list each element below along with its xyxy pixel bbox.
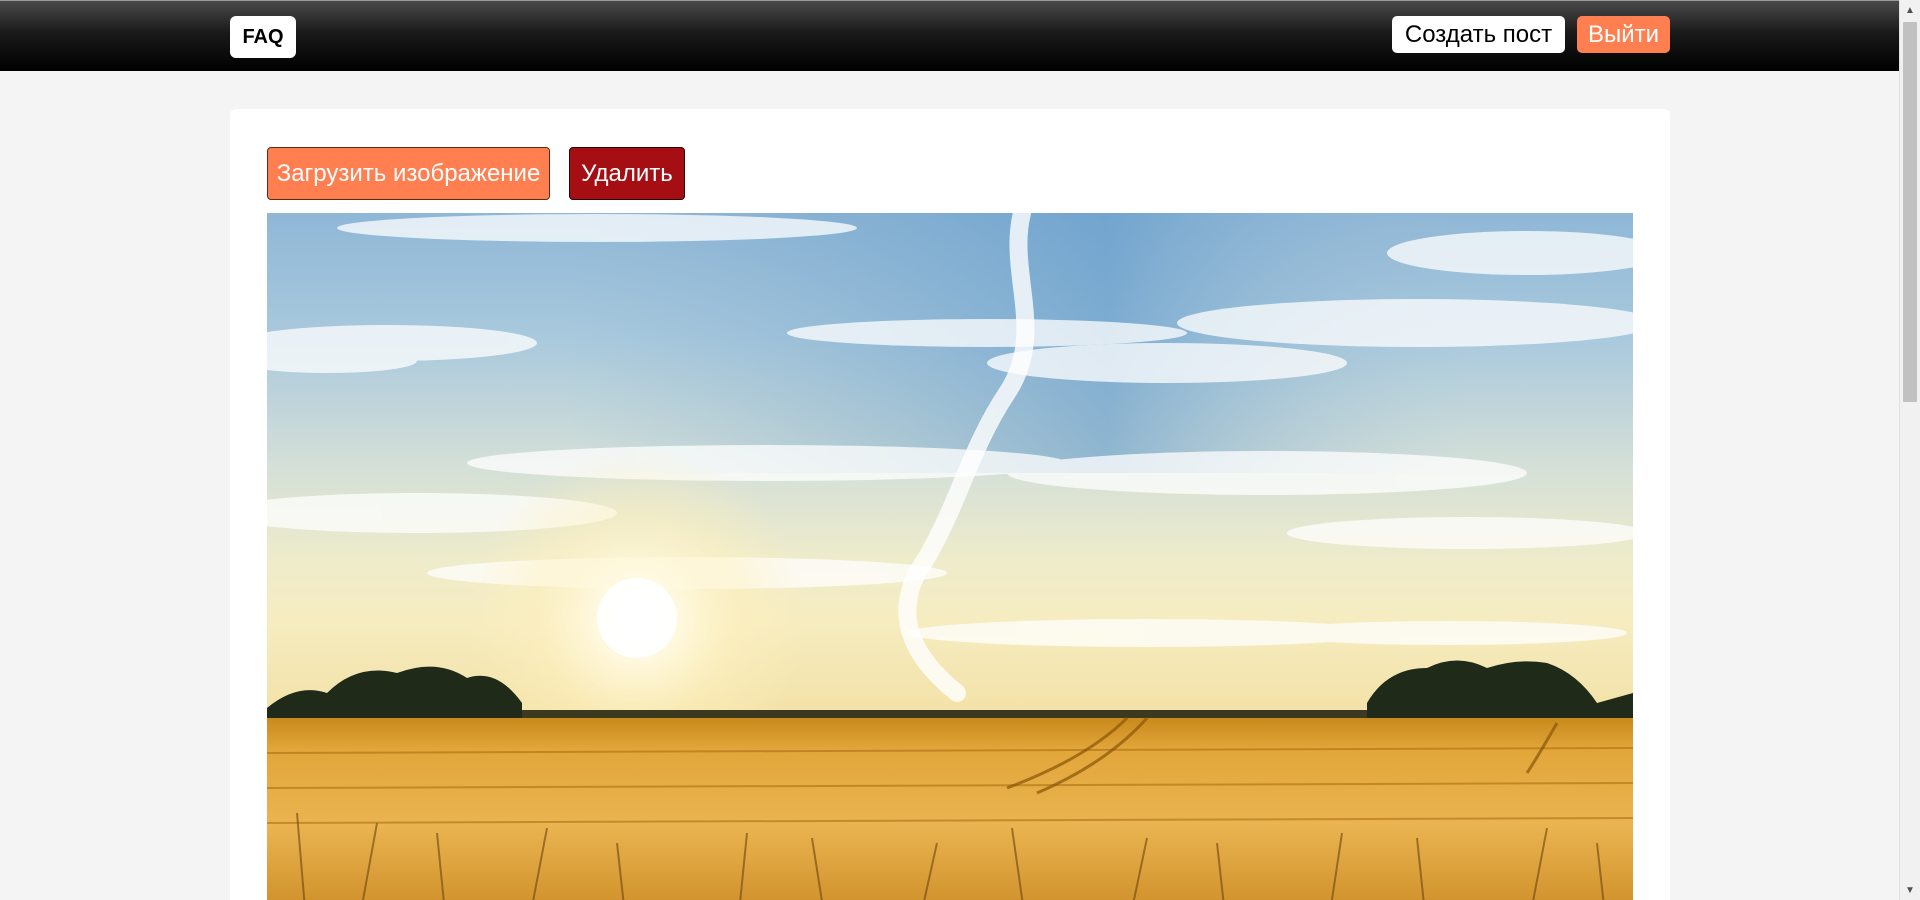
logout-button[interactable]: Выйти [1577, 16, 1670, 53]
faq-logo-link[interactable]: FAQ [230, 16, 296, 58]
page: FAQ Создать пост Выйти Загрузить изображ… [0, 0, 1920, 900]
vertical-scrollbar[interactable]: ▲ ▼ [1899, 0, 1920, 900]
wheat-field-sunset-image [267, 213, 1633, 900]
scrollbar-thumb[interactable] [1903, 22, 1917, 402]
arrow-up-icon[interactable]: ▲ [1900, 0, 1920, 20]
arrow-down-icon[interactable]: ▼ [1900, 880, 1920, 900]
delete-image-button[interactable]: Удалить [569, 147, 685, 200]
post-image [267, 213, 1633, 900]
post-editor-card: Загрузить изображение Удалить [230, 109, 1670, 900]
create-post-button[interactable]: Создать пост [1392, 16, 1565, 53]
top-navbar: FAQ Создать пост Выйти [0, 0, 1899, 71]
upload-image-button[interactable]: Загрузить изображение [267, 147, 550, 200]
